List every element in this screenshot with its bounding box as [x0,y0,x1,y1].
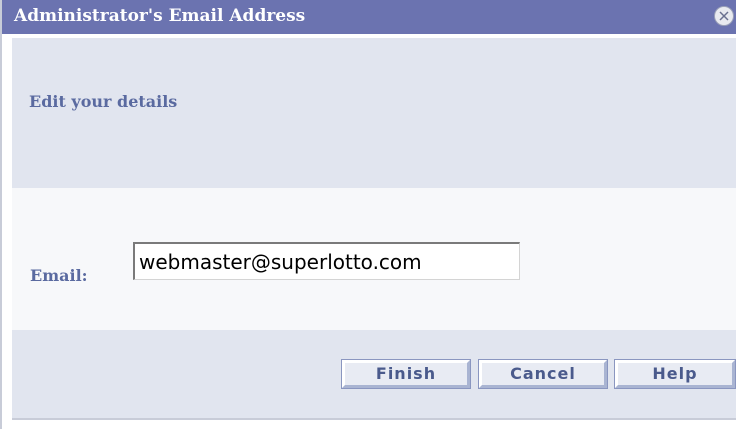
footer-panel: Finish Cancel Help [12,330,736,418]
bottom-divider [12,418,736,420]
help-button[interactable]: Help [614,359,736,389]
email-field[interactable] [133,242,520,280]
admin-email-dialog: Administrator's Email Address Edit your … [0,0,736,429]
email-label: Email: [30,266,88,285]
content-panel: Email: [12,188,736,330]
titlebar: Administrator's Email Address [2,0,736,34]
header-panel: Edit your details [12,38,736,188]
close-button[interactable] [714,6,734,26]
page-subtitle: Edit your details [29,92,178,111]
close-icon [719,11,729,21]
window-title: Administrator's Email Address [14,6,306,26]
cancel-button[interactable]: Cancel [478,359,608,389]
finish-button[interactable]: Finish [341,359,471,389]
